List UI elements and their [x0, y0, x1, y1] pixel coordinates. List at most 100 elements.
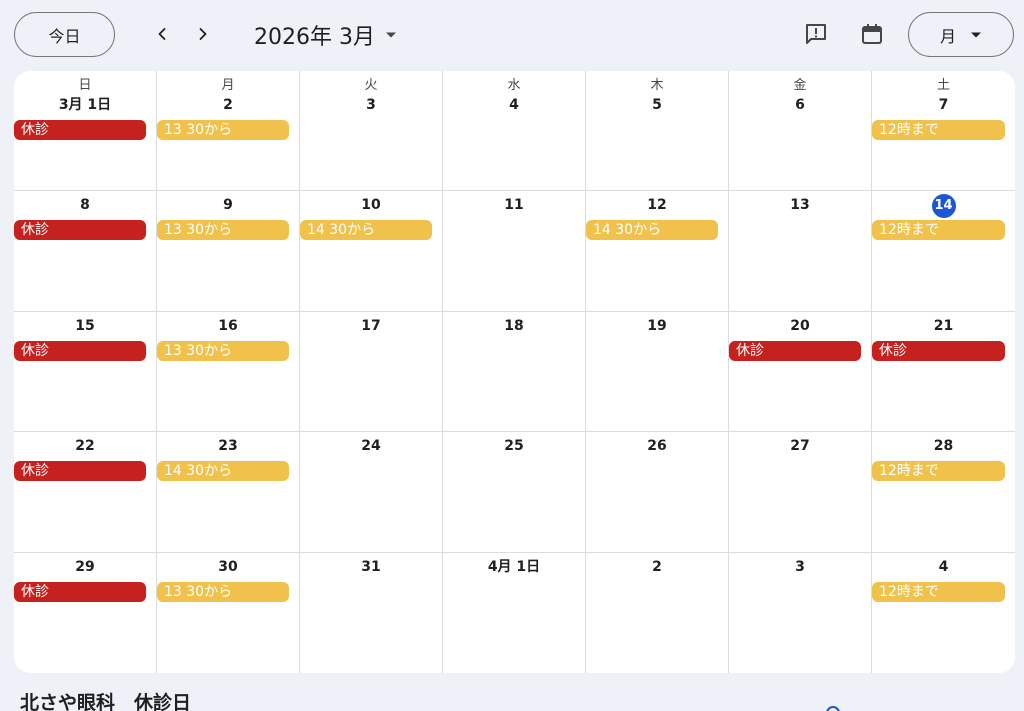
day-cell[interactable]: 月 2 13 30から — [157, 71, 300, 192]
day-cell[interactable]: 20 休診 — [729, 311, 872, 433]
day-cell[interactable]: 14 12時まで — [872, 191, 1015, 312]
event-chip[interactable]: 休診 — [14, 461, 146, 482]
day-number: 2 — [223, 97, 233, 113]
day-cell[interactable]: 16 13 30から — [157, 311, 300, 433]
day-cell[interactable]: 10 14 30から — [300, 191, 443, 312]
event-chip[interactable]: 休診 — [14, 120, 146, 140]
day-number: 23 — [218, 438, 238, 455]
event-chip[interactable]: 休診 — [14, 220, 146, 241]
day-cell[interactable]: 11 — [443, 191, 586, 312]
day-number: 29 — [75, 558, 95, 575]
day-cell[interactable]: 4 12時まで — [872, 553, 1015, 673]
day-cell[interactable]: 29 休診 — [14, 552, 157, 673]
day-number: 28 — [933, 438, 954, 455]
event-chip[interactable]: 12時まで — [872, 120, 1005, 140]
event-chip[interactable]: 13 30から — [157, 340, 289, 361]
next-month-button[interactable] — [187, 18, 219, 50]
event-chip[interactable]: 14 30から — [157, 461, 289, 482]
feedback-icon[interactable] — [803, 21, 829, 47]
day-cell[interactable]: 土 7 12時まで — [872, 71, 1015, 192]
event-chip[interactable]: 休診 — [729, 340, 861, 361]
event-chip[interactable]: 14 30から — [300, 220, 432, 241]
event-chip[interactable]: 14 30から — [586, 220, 718, 241]
event-chip[interactable]: 12時まで — [872, 220, 1005, 241]
day-number: 12 — [647, 197, 667, 214]
view-label: 月 — [939, 26, 956, 46]
today-button[interactable]: 今日 — [14, 12, 115, 57]
day-cell[interactable]: 9 13 30から — [157, 191, 300, 312]
day-cell[interactable]: 18 — [443, 311, 586, 433]
day-cell[interactable]: 17 — [300, 311, 443, 433]
day-number: 4 — [509, 97, 519, 113]
month-grid: 日 3月 1日 休診月 2 13 30から火 3 水 4 木 5 金 6 土 7 12時まで 8 休診 9 13 3… — [14, 71, 1015, 673]
day-cell[interactable]: 金6 — [729, 71, 872, 192]
view-select[interactable]: 月 — [908, 12, 1014, 57]
day-cell[interactable]: 28 12時まで — [872, 432, 1015, 553]
day-cell[interactable]: 13 — [729, 191, 872, 312]
day-cell[interactable]: 水4 — [443, 71, 586, 192]
day-cell[interactable]: 24 — [300, 432, 443, 553]
event-chip[interactable]: 13 30から — [157, 581, 289, 602]
day-number: 16 — [218, 317, 238, 334]
day-number: 4 — [938, 558, 949, 575]
day-cell[interactable]: 12 14 30から — [586, 191, 729, 312]
day-number: 3 — [366, 97, 376, 113]
event-chip[interactable]: 12時まで — [872, 461, 1005, 482]
day-number: 20 — [790, 317, 810, 334]
day-cell[interactable]: 31 — [300, 552, 443, 673]
chevron-right-icon — [199, 28, 207, 40]
day-cell[interactable]: 4月 1日 — [443, 552, 586, 673]
day-cell[interactable]: 23 14 30から — [157, 432, 300, 553]
chevron-left-icon — [158, 28, 166, 40]
caret-down-icon — [971, 32, 981, 37]
day-cell[interactable]: 26 — [586, 432, 729, 553]
day-number: 24 — [361, 438, 381, 455]
event-chip[interactable]: 12時まで — [872, 581, 1005, 602]
day-number: 4月 1日 — [487, 558, 541, 575]
caret-down-icon — [385, 31, 397, 39]
day-number: 31 — [361, 558, 381, 575]
day-cell[interactable]: 15 休診 — [14, 311, 157, 433]
weekday-header: 日 — [78, 78, 92, 93]
day-number: 26 — [647, 438, 667, 455]
calendar-icon[interactable] — [859, 21, 885, 47]
day-number: 19 — [647, 317, 667, 334]
event-chip[interactable]: 休診 — [14, 340, 146, 361]
event-chip[interactable]: 休診 — [14, 581, 146, 602]
day-number: 5 — [652, 97, 662, 113]
calendar-page: 今日 2026年 3月 月 日 3月 1日 休診 月 2 13 30から 火 3… — [0, 0, 1024, 711]
day-number: 11 — [504, 197, 524, 214]
day-number: 6 — [795, 97, 805, 113]
add-calendar-icon[interactable] — [826, 706, 840, 711]
day-number: 27 — [790, 438, 810, 455]
day-number: 9 — [223, 197, 233, 214]
day-cell[interactable]: 21 休診 — [872, 312, 1015, 433]
event-chip[interactable]: 13 30から — [157, 220, 289, 241]
prev-month-button[interactable] — [146, 18, 178, 50]
day-number: 2 — [652, 558, 662, 575]
day-number: 30 — [218, 558, 238, 575]
day-cell[interactable]: 日 3月 1日 休診 — [14, 71, 157, 192]
day-cell[interactable]: 27 — [729, 432, 872, 553]
event-chip[interactable]: 13 30から — [157, 120, 289, 140]
weekday-header: 金 — [793, 78, 807, 93]
day-cell[interactable]: 30 13 30から — [157, 552, 300, 673]
month-picker[interactable]: 2026年 3月 — [254, 19, 397, 51]
day-cell[interactable]: 2 — [586, 552, 729, 673]
weekday-header: 土 — [936, 78, 950, 93]
day-cell[interactable]: 木5 — [586, 71, 729, 192]
weekday-header: 火 — [364, 78, 378, 93]
day-number: 3 — [795, 558, 805, 575]
day-cell[interactable]: 22 休診 — [14, 432, 157, 553]
day-cell[interactable]: 25 — [443, 432, 586, 553]
day-number: 18 — [504, 317, 524, 334]
weekday-header: 水 — [507, 78, 521, 93]
weekday-header: 木 — [650, 78, 664, 93]
day-cell[interactable]: 3 — [729, 552, 872, 673]
event-chip[interactable]: 休診 — [872, 340, 1005, 361]
day-number: 17 — [361, 317, 381, 334]
day-number: 25 — [504, 438, 524, 455]
day-cell[interactable]: 8 休診 — [14, 191, 157, 312]
day-cell[interactable]: 火3 — [300, 71, 443, 192]
day-cell[interactable]: 19 — [586, 311, 729, 433]
